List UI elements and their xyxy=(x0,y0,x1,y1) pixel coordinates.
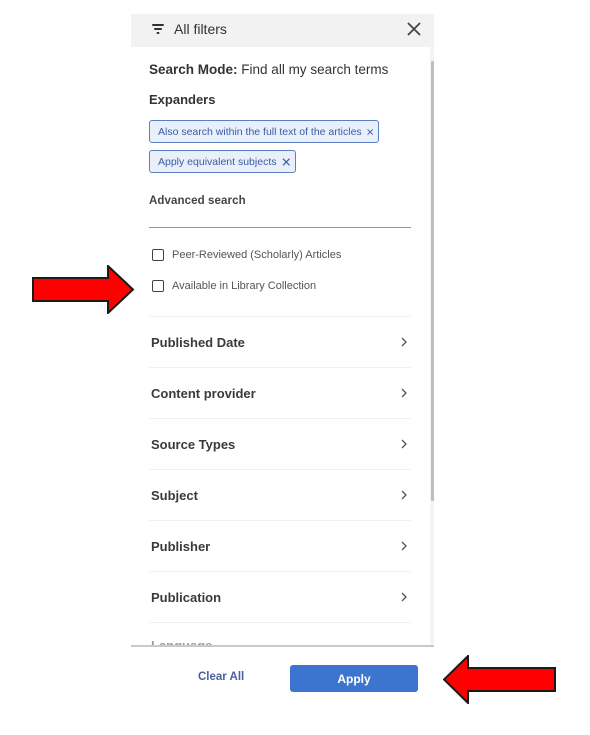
scrollbar-thumb[interactable] xyxy=(431,61,434,501)
expander-chip-full-text: Also search within the full text of the … xyxy=(149,120,379,143)
checkbox-label: Peer-Reviewed (Scholarly) Articles xyxy=(172,249,342,261)
facet-source-types[interactable]: Source Types xyxy=(149,419,411,470)
scrollbar-track[interactable] xyxy=(430,47,434,646)
chevron-right-icon xyxy=(401,592,407,602)
panel-title: All filters xyxy=(174,21,227,37)
annotation-arrow-right-icon xyxy=(32,265,135,314)
panel-header: All filters xyxy=(131,14,434,47)
facet-published-date[interactable]: Published Date xyxy=(149,317,411,368)
close-button[interactable] xyxy=(402,17,426,41)
facet-list: Published Date Content provider Source T… xyxy=(149,316,411,623)
facet-publisher[interactable]: Publisher xyxy=(149,521,411,572)
advanced-search-input[interactable] xyxy=(149,227,411,228)
expanders-heading: Expanders xyxy=(149,92,216,107)
checkbox[interactable] xyxy=(152,280,164,292)
clear-all-button[interactable]: Clear All xyxy=(198,671,244,683)
remove-chip-icon[interactable] xyxy=(281,154,292,170)
facet-label: Subject xyxy=(151,487,198,503)
facet-label: Publication xyxy=(151,589,222,605)
chevron-right-icon xyxy=(401,541,407,551)
chevron-right-icon xyxy=(401,337,407,347)
chip-label: Apply equivalent subjects xyxy=(158,155,277,168)
checkbox[interactable] xyxy=(152,249,164,261)
facet-label: Publisher xyxy=(151,538,211,554)
chevron-right-icon xyxy=(401,388,407,398)
remove-chip-icon[interactable] xyxy=(366,124,374,140)
facet-publication[interactable]: Publication xyxy=(149,572,411,623)
annotation-arrow-left-icon xyxy=(443,655,556,704)
checkbox-available-in-library[interactable]: Available in Library Collection xyxy=(152,280,316,292)
search-mode-value: Find all my search terms xyxy=(241,62,389,77)
all-filters-panel: All filters Search Mode: Find all my sea… xyxy=(131,14,434,647)
advanced-search-label: Advanced search xyxy=(149,195,246,207)
filters-scroll-area: Search Mode: Find all my search terms Ex… xyxy=(131,47,434,646)
chevron-right-icon xyxy=(401,490,407,500)
filter-icon xyxy=(151,22,165,36)
facet-label: Source Types xyxy=(151,436,236,452)
panel-bottom-border xyxy=(131,645,434,647)
checkbox-peer-reviewed[interactable]: Peer-Reviewed (Scholarly) Articles xyxy=(152,249,341,261)
facet-label: Published Date xyxy=(151,334,245,350)
facet-content-provider[interactable]: Content provider xyxy=(149,368,411,419)
facet-subject[interactable]: Subject xyxy=(149,470,411,521)
close-icon xyxy=(407,22,421,36)
chip-label: Also search within the full text of the … xyxy=(158,125,362,138)
chevron-right-icon xyxy=(401,439,407,449)
facet-label: Content provider xyxy=(151,385,256,401)
checkbox-label: Available in Library Collection xyxy=(172,280,317,292)
expander-chip-equivalent-subjects: Apply equivalent subjects xyxy=(149,150,296,173)
apply-button[interactable]: Apply xyxy=(290,665,418,692)
search-mode-label: Search Mode: xyxy=(149,62,238,77)
search-mode: Search Mode: Find all my search terms xyxy=(149,62,388,77)
